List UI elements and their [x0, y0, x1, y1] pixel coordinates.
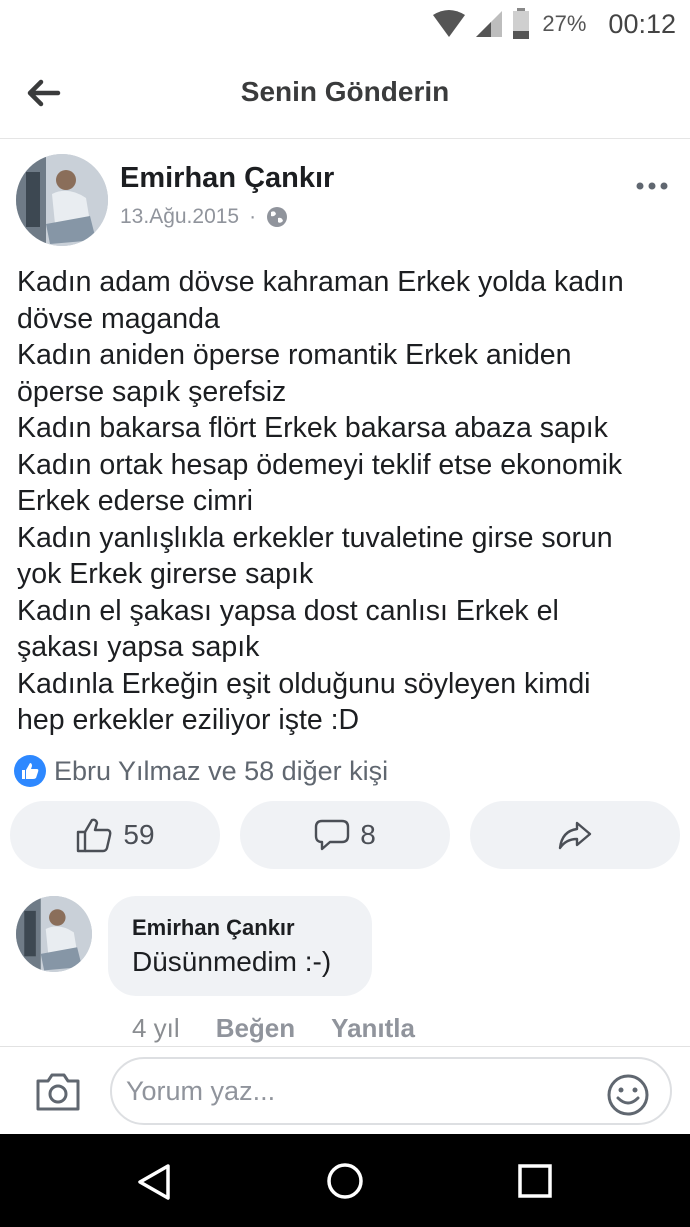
post-line: Kadın ortak hesap ödemeyi teklif etse ek… [17, 448, 623, 481]
nav-home-button[interactable] [323, 1159, 367, 1203]
status-bar: 27% 00:12 [0, 0, 690, 50]
post-options-button[interactable] [634, 178, 674, 194]
app-header: Senin Gönderin [0, 50, 690, 139]
reactions-summary[interactable]: Ebru Yılmaz ve 58 diğer kişi [14, 755, 388, 787]
comment-text: Düsünmedim :-) [132, 946, 332, 977]
emoji-button[interactable] [606, 1073, 650, 1117]
author-avatar[interactable] [16, 154, 108, 246]
status-icons: 27% 00:12 [432, 8, 676, 40]
post-line: Kadın yanlışlıkla erkekler tuvaletine gi… [17, 521, 613, 554]
post-date[interactable]: 13.Ağu.2015 [120, 205, 239, 229]
camera-icon [36, 1073, 80, 1111]
square-recents-icon [518, 1164, 552, 1198]
meta-separator: · [249, 205, 257, 228]
post-line: Kadınla Erkeğin eşit olduğunu söyleyen k… [17, 667, 591, 700]
post-line: Kadın adam dövse kahraman Erkek yolda ka… [17, 266, 624, 298]
avatar-photo [16, 154, 108, 246]
camera-button[interactable] [34, 1069, 82, 1113]
clock: 00:12 [608, 8, 676, 39]
comment-reply-link[interactable]: Yanıtla [331, 1013, 415, 1044]
post-line: dövse maganda [17, 302, 220, 335]
post-author[interactable]: Emirhan Çankır [120, 162, 334, 195]
nav-recents-button[interactable] [515, 1161, 555, 1201]
commenter-avatar[interactable] [16, 896, 92, 972]
post-line: Kadın el şakası yapsa dost canlısı Erkek… [17, 594, 559, 627]
comment-input[interactable] [110, 1057, 672, 1125]
post-body: Kadın adam dövse kahraman Erkek yolda ka… [17, 264, 677, 739]
share-arrow-icon [558, 821, 592, 850]
post-line: hep erkekler eziliyor işte :D [17, 704, 360, 736]
comment-time: 4 yıl [132, 1013, 180, 1043]
share-button[interactable] [470, 801, 680, 869]
likes-summary-text: Ebru Yılmaz ve 58 diğer kişi [54, 755, 389, 786]
circle-home-icon [327, 1163, 363, 1199]
comment-like-link[interactable]: Beğen [216, 1013, 295, 1044]
post-line: Kadın bakarsa flört Erkek bakarsa abaza … [17, 412, 608, 444]
comment-composer [0, 1046, 690, 1135]
battery-icon [513, 8, 530, 39]
smiley-icon [607, 1074, 649, 1116]
post-line: öperse sapık şerefsiz [17, 375, 287, 408]
page-title: Senin Gönderin [240, 76, 450, 107]
post-meta: 13.Ağu.2015 · [120, 205, 288, 229]
post-line: Erkek ederse cimri [17, 485, 253, 517]
thumbs-up-small-icon [22, 763, 39, 779]
post-line: yok Erkek girerse sapık [17, 558, 314, 590]
comment-bubble-icon [315, 819, 350, 851]
thumbs-up-icon [77, 818, 112, 853]
avatar-photo [16, 896, 92, 972]
more-horizontal-icon [636, 182, 668, 190]
signal-icon [476, 11, 503, 37]
comment-count: 8 [360, 819, 376, 850]
like-count: 59 [123, 819, 155, 850]
comment-button[interactable]: 8 [240, 801, 450, 869]
system-navigation-bar [0, 1134, 690, 1227]
like-button[interactable]: 59 [10, 801, 220, 869]
wifi-icon [433, 10, 466, 37]
triangle-back-icon [138, 1164, 170, 1200]
nav-back-button[interactable] [132, 1160, 176, 1204]
globe-icon [267, 207, 288, 227]
comment-author[interactable]: Emirhan Çankır [132, 915, 295, 941]
post-line: şakası yapsa sapık [17, 631, 260, 663]
battery-percent: 27% [542, 11, 587, 36]
comment-actions: 4 yıl Beğen Yanıtla [132, 1013, 415, 1044]
post-line: Kadın aniden öperse romantik Erkek anide… [17, 339, 572, 371]
like-reaction-icon [14, 755, 46, 787]
